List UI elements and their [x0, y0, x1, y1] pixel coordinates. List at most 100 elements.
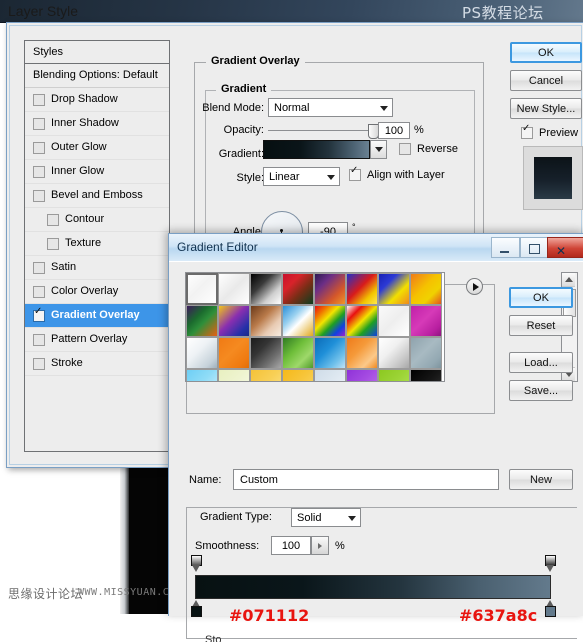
preset-swatch[interactable]: [410, 273, 442, 305]
layer-style-cancel-button[interactable]: Cancel: [510, 70, 582, 91]
opacity-stop-left[interactable]: [191, 555, 202, 575]
color-stop-right[interactable]: [545, 600, 556, 618]
gradient-editor-titlebar[interactable]: Gradient Editor ✕: [169, 234, 583, 262]
preset-swatch[interactable]: [250, 305, 282, 337]
effect-label: Texture: [65, 237, 102, 249]
align-with-layer-checkbox[interactable]: [349, 166, 361, 181]
reverse-checkbox[interactable]: [399, 143, 411, 155]
gradient-preview-swatch[interactable]: [263, 140, 370, 159]
preset-swatch[interactable]: [282, 369, 314, 381]
reverse-checkbox-row[interactable]: Reverse: [399, 143, 458, 155]
preset-swatch[interactable]: [218, 273, 250, 305]
gradient-editor-reset-button[interactable]: Reset: [509, 315, 573, 336]
gradient-editor-load-button[interactable]: Load...: [509, 352, 573, 373]
opacity-stop-right[interactable]: [545, 555, 556, 575]
close-button[interactable]: ✕: [547, 237, 583, 258]
effect-enable-checkbox[interactable]: [33, 307, 45, 322]
effect-enable-checkbox[interactable]: [33, 93, 45, 106]
preset-swatch[interactable]: [250, 337, 282, 369]
effect-enable-checkbox[interactable]: [33, 333, 45, 346]
preset-swatch[interactable]: [314, 305, 346, 337]
styles-list[interactable]: Styles Blending Options: Default Drop Sh…: [24, 40, 170, 452]
preset-swatch[interactable]: [186, 369, 218, 381]
preset-swatch[interactable]: [218, 305, 250, 337]
scroll-up-icon[interactable]: [562, 273, 575, 287]
preset-swatch[interactable]: [186, 305, 218, 337]
layer-style-ok-button[interactable]: OK: [510, 42, 582, 63]
style-row-color-overlay[interactable]: Color Overlay: [25, 280, 169, 304]
style-row-outer-glow[interactable]: Outer Glow: [25, 136, 169, 160]
new-style-button[interactable]: New Style...: [510, 98, 582, 119]
style-select[interactable]: Linear: [263, 167, 340, 186]
preset-swatch[interactable]: [346, 305, 378, 337]
effect-enable-checkbox[interactable]: [47, 237, 59, 250]
preset-swatch[interactable]: [410, 337, 442, 369]
gradient-editor-new-button[interactable]: New: [509, 469, 573, 490]
gradient-type-select[interactable]: Solid: [291, 508, 361, 527]
style-row-pattern-overlay[interactable]: Pattern Overlay: [25, 328, 169, 352]
reverse-label: Reverse: [417, 143, 458, 155]
effect-enable-checkbox[interactable]: [33, 285, 45, 298]
effect-enable-checkbox[interactable]: [47, 213, 59, 226]
gradient-preview-bar[interactable]: [195, 575, 551, 599]
effect-enable-checkbox[interactable]: [33, 357, 45, 370]
style-row-gradient-overlay[interactable]: Gradient Overlay: [25, 304, 169, 328]
color-stop-left[interactable]: [191, 600, 202, 618]
presets-swatch-well[interactable]: [185, 272, 445, 382]
styles-list-header: Styles: [25, 41, 169, 64]
effect-label: Stroke: [51, 357, 83, 369]
preset-swatch[interactable]: [314, 273, 346, 305]
style-row-bevel-and-emboss[interactable]: Bevel and Emboss: [25, 184, 169, 208]
style-row-texture[interactable]: Texture: [25, 232, 169, 256]
maximize-button[interactable]: [520, 237, 549, 258]
preset-swatch[interactable]: [218, 369, 250, 381]
preset-swatch[interactable]: [282, 337, 314, 369]
preset-swatch[interactable]: [410, 369, 442, 381]
preset-swatch[interactable]: [282, 305, 314, 337]
effect-enable-checkbox[interactable]: [33, 141, 45, 154]
preset-swatch[interactable]: [378, 305, 410, 337]
preset-swatch[interactable]: [346, 337, 378, 369]
gradient-picker-dropdown[interactable]: [370, 140, 387, 159]
preset-swatch[interactable]: [186, 337, 218, 369]
style-row-inner-shadow[interactable]: Inner Shadow: [25, 112, 169, 136]
preset-swatch[interactable]: [250, 369, 282, 381]
effect-preview-chip: [534, 157, 572, 199]
minimize-button[interactable]: [491, 237, 520, 258]
preset-swatch[interactable]: [282, 273, 314, 305]
preset-swatch[interactable]: [378, 369, 410, 381]
opacity-input[interactable]: 100: [378, 122, 410, 139]
smoothness-input[interactable]: 100: [271, 536, 311, 555]
effect-enable-checkbox[interactable]: [33, 165, 45, 178]
effect-enable-checkbox[interactable]: [33, 261, 45, 274]
blending-options-row[interactable]: Blending Options: Default: [25, 64, 169, 88]
align-with-layer-row[interactable]: Align with Layer: [349, 166, 445, 181]
preset-swatch[interactable]: [346, 369, 378, 381]
preset-swatch[interactable]: [186, 273, 218, 305]
preset-swatch[interactable]: [218, 337, 250, 369]
preview-checkbox-row[interactable]: Preview: [521, 124, 578, 139]
gradient-name-input[interactable]: Custom: [233, 469, 499, 490]
gradient-editor-save-button[interactable]: Save...: [509, 380, 573, 401]
style-row-satin[interactable]: Satin: [25, 256, 169, 280]
preset-swatch[interactable]: [378, 273, 410, 305]
style-row-contour[interactable]: Contour: [25, 208, 169, 232]
preset-swatch[interactable]: [346, 273, 378, 305]
opacity-slider-track[interactable]: [268, 130, 372, 131]
effect-enable-checkbox[interactable]: [33, 117, 45, 130]
blend-mode-select[interactable]: Normal: [268, 98, 393, 117]
effect-enable-checkbox[interactable]: [33, 189, 45, 202]
preset-swatch[interactable]: [314, 337, 346, 369]
color-stop-left-chip: [191, 606, 202, 617]
preset-swatch[interactable]: [250, 273, 282, 305]
preset-swatch[interactable]: [314, 369, 346, 381]
gradient-editor-ok-button[interactable]: OK: [509, 287, 573, 308]
style-row-inner-glow[interactable]: Inner Glow: [25, 160, 169, 184]
presets-menu-button[interactable]: [466, 278, 483, 295]
preview-checkbox[interactable]: [521, 124, 533, 139]
preset-swatch[interactable]: [378, 337, 410, 369]
style-row-stroke[interactable]: Stroke: [25, 352, 169, 376]
smoothness-stepper[interactable]: [311, 536, 329, 555]
style-row-drop-shadow[interactable]: Drop Shadow: [25, 88, 169, 112]
preset-swatch[interactable]: [410, 305, 442, 337]
